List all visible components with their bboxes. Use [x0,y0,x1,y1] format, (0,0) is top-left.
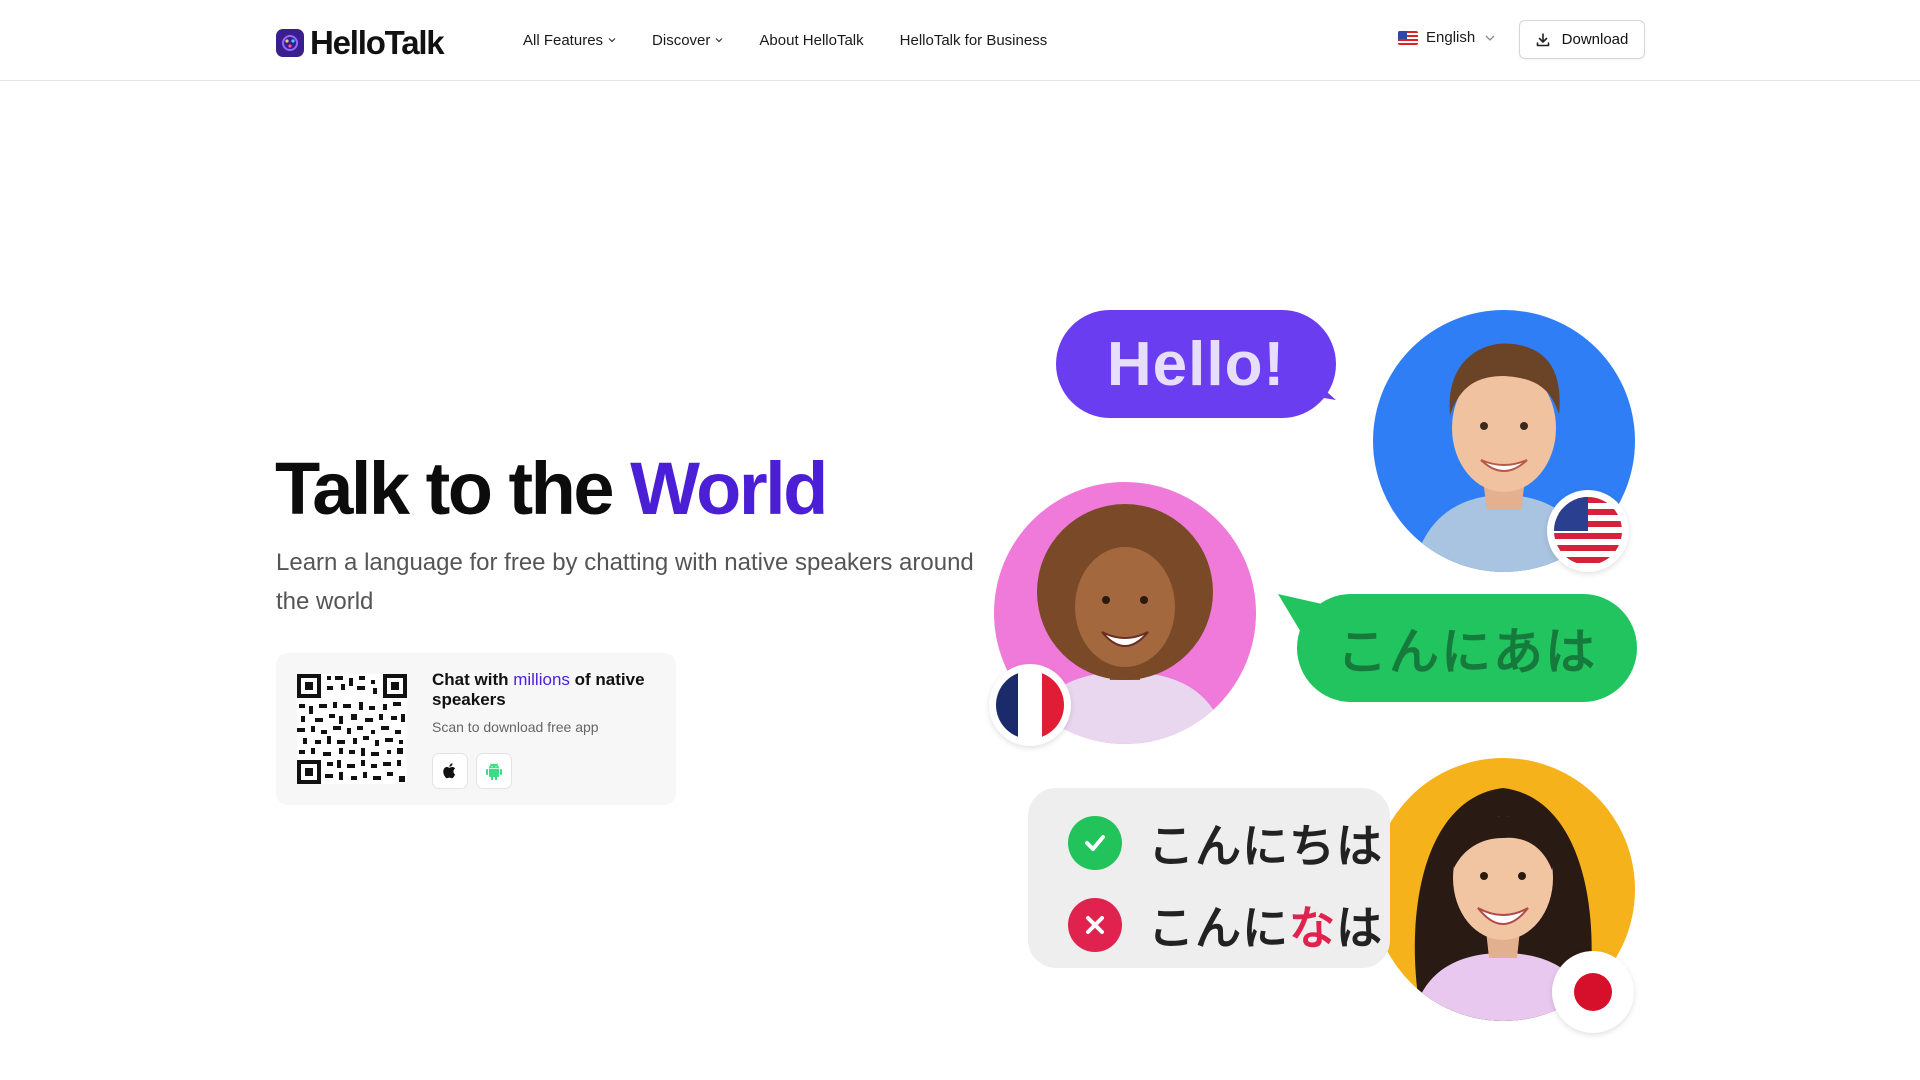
us-flag-icon [1398,30,1418,45]
card-title: Chat with millions of native speakers [432,670,662,710]
wrong-text-pre: こんに [1148,902,1289,954]
correct-text: こんにちは [1148,820,1383,872]
card-title-pre: Chat with [432,670,514,689]
us-flag-badge [1547,490,1629,572]
download-card: Chat with millions of native speakers Sc… [276,653,676,805]
hello-bubble-tail [1300,368,1336,400]
chevron-down-icon [1485,35,1495,41]
logo[interactable]: HelloTalk [276,24,445,62]
hero-title-main: Talk to the [275,447,631,530]
nav-all-features[interactable]: All Features [523,32,616,49]
check-icon [1068,816,1122,870]
nav-label: All Features [523,31,604,49]
france-flag-badge [989,664,1071,746]
card-subtitle: Scan to download free app [432,719,599,735]
hello-speech-bubble: Hello! [1056,310,1336,418]
hero-title-accent: World [630,447,828,530]
wrong-row: こんになは [1068,892,1383,958]
download-label: Download [1561,31,1629,48]
nav-business[interactable]: HelloTalk for Business [900,32,1048,49]
card-title-accent: millions [513,670,570,689]
brand-name: HelloTalk [310,24,445,61]
hero-subtitle: Learn a language for free by chatting wi… [276,549,974,615]
correct-row: こんにちは [1068,810,1383,876]
hellotalk-logo-icon [276,29,304,57]
site-header: HelloTalk All Features Discover About He… [0,0,1920,81]
japan-flag-badge [1552,951,1634,1033]
nav-discover[interactable]: Discover [652,32,723,49]
chevron-down-icon [715,38,723,43]
nav-label: Discover [652,31,711,49]
wrong-text-error: な [1289,902,1336,954]
close-icon [1068,898,1122,952]
japanese-speech-bubble: こんにあは [1297,594,1637,702]
us-flag-icon [1554,497,1622,565]
japan-flag-icon [1559,958,1627,1026]
language-label: English [1426,29,1476,46]
nav-label: About HelloTalk [759,31,864,49]
google-play-button[interactable] [476,753,512,789]
language-selector[interactable]: English [1398,29,1495,46]
wrong-text: こんになは [1148,892,1383,958]
japanese-bubble-text: こんにあは [1337,624,1597,680]
download-button[interactable]: Download [1519,20,1645,59]
wrong-text-post: は [1336,902,1383,954]
france-flag-icon [996,671,1064,739]
correction-card: こんにちは こんになは [1028,788,1390,968]
nav-label: HelloTalk for Business [899,31,1048,49]
hero-illustration: Hello! こんにあは こんにちは こんになは [980,250,1680,1050]
app-store-button[interactable] [432,753,468,789]
apple-icon [443,763,456,779]
main-nav: All Features Discover About HelloTalk He… [523,0,1083,80]
hero-title: Talk to the World [275,447,828,530]
nav-about[interactable]: About HelloTalk [759,32,863,49]
android-icon [486,763,502,780]
qr-code-icon[interactable] [297,674,407,784]
download-icon [1536,32,1550,47]
hello-bubble-text: Hello! [1106,329,1286,399]
chevron-down-icon [608,38,616,43]
